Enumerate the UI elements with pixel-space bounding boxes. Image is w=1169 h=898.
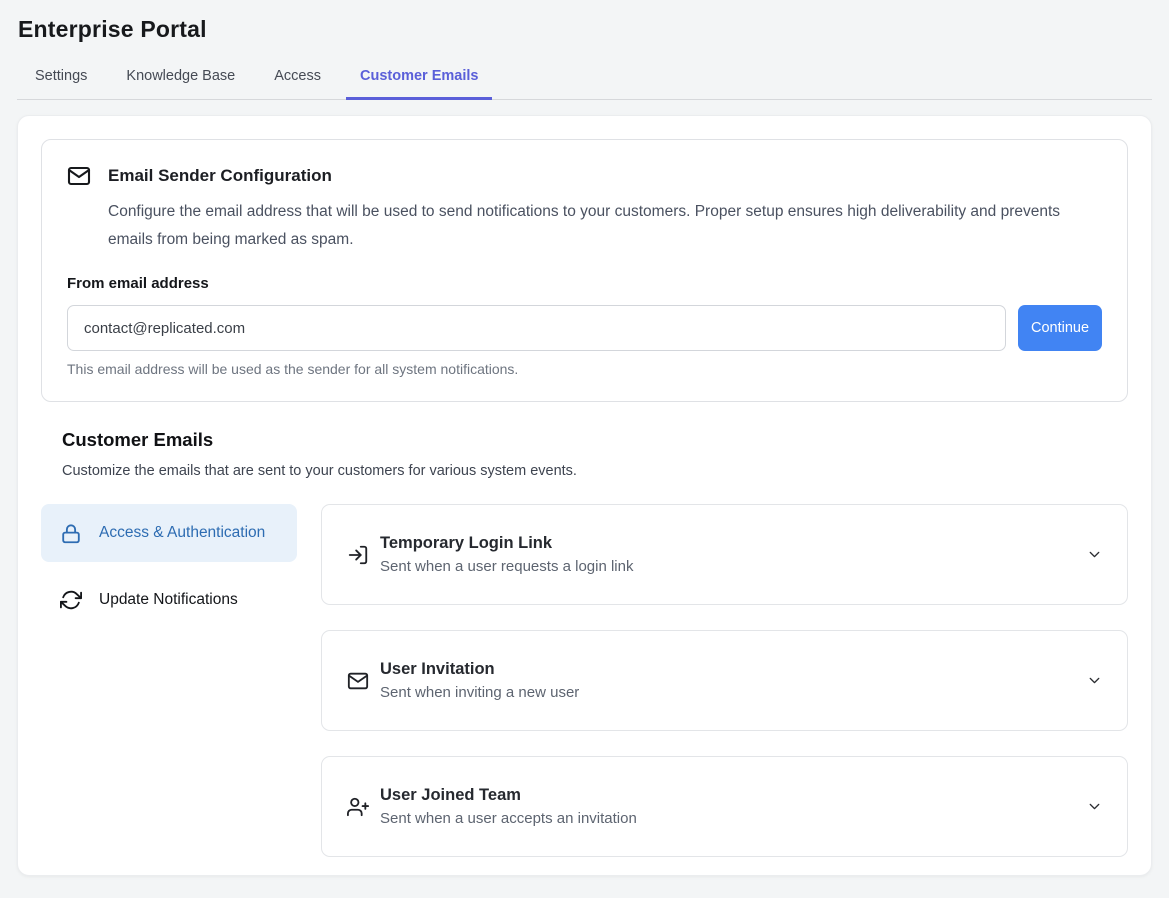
email-template-list: Temporary Login Link Sent when a user re… [321, 504, 1128, 882]
tab-bar: Settings Knowledge Base Access Customer … [17, 58, 1152, 100]
chevron-down-icon[interactable] [1086, 546, 1103, 563]
category-access-authentication[interactable]: Access & Authentication [41, 504, 297, 562]
page-header: Enterprise Portal [0, 0, 1169, 43]
customer-emails-panel: Email Sender Configuration Configure the… [17, 115, 1152, 876]
login-icon [347, 544, 369, 566]
email-category-list: Access & Authentication Update Notificat… [41, 504, 297, 882]
continue-button[interactable]: Continue [1018, 305, 1102, 351]
email-card-title: User Invitation [380, 660, 579, 679]
tab-access[interactable]: Access [260, 58, 335, 100]
category-label: Update Notifications [99, 588, 238, 612]
email-card-title: Temporary Login Link [380, 534, 633, 553]
email-card-description: Sent when a user requests a login link [380, 558, 633, 575]
chevron-down-icon[interactable] [1086, 798, 1103, 815]
tab-knowledge-base[interactable]: Knowledge Base [112, 58, 249, 100]
email-card-temporary-login-link[interactable]: Temporary Login Link Sent when a user re… [321, 504, 1128, 605]
category-update-notifications[interactable]: Update Notifications [41, 574, 297, 626]
customer-emails-title: Customer Emails [62, 429, 1128, 451]
refresh-icon [60, 589, 82, 611]
lock-icon [60, 523, 82, 545]
user-plus-icon [347, 796, 369, 818]
email-card-description: Sent when a user accepts an invitation [380, 810, 637, 827]
from-email-hint: This email address will be used as the s… [67, 361, 1102, 377]
email-card-user-invitation[interactable]: User Invitation Sent when inviting a new… [321, 630, 1128, 731]
mail-icon [67, 164, 91, 188]
page-title: Enterprise Portal [18, 16, 1151, 43]
from-email-input[interactable] [67, 305, 1006, 351]
tab-customer-emails[interactable]: Customer Emails [346, 58, 492, 100]
from-email-label: From email address [67, 275, 1102, 292]
mail-icon [347, 670, 369, 692]
category-label: Access & Authentication [99, 521, 265, 545]
email-sender-configuration-card: Email Sender Configuration Configure the… [41, 139, 1128, 402]
email-card-description: Sent when inviting a new user [380, 684, 579, 701]
sender-config-title: Email Sender Configuration [108, 166, 332, 186]
chevron-down-icon[interactable] [1086, 672, 1103, 689]
customer-emails-subtitle: Customize the emails that are sent to yo… [62, 463, 1128, 479]
sender-config-description: Configure the email address that will be… [108, 198, 1086, 254]
email-card-title: User Joined Team [380, 786, 637, 805]
email-card-user-joined-team[interactable]: User Joined Team Sent when a user accept… [321, 756, 1128, 857]
tab-settings[interactable]: Settings [21, 58, 101, 100]
